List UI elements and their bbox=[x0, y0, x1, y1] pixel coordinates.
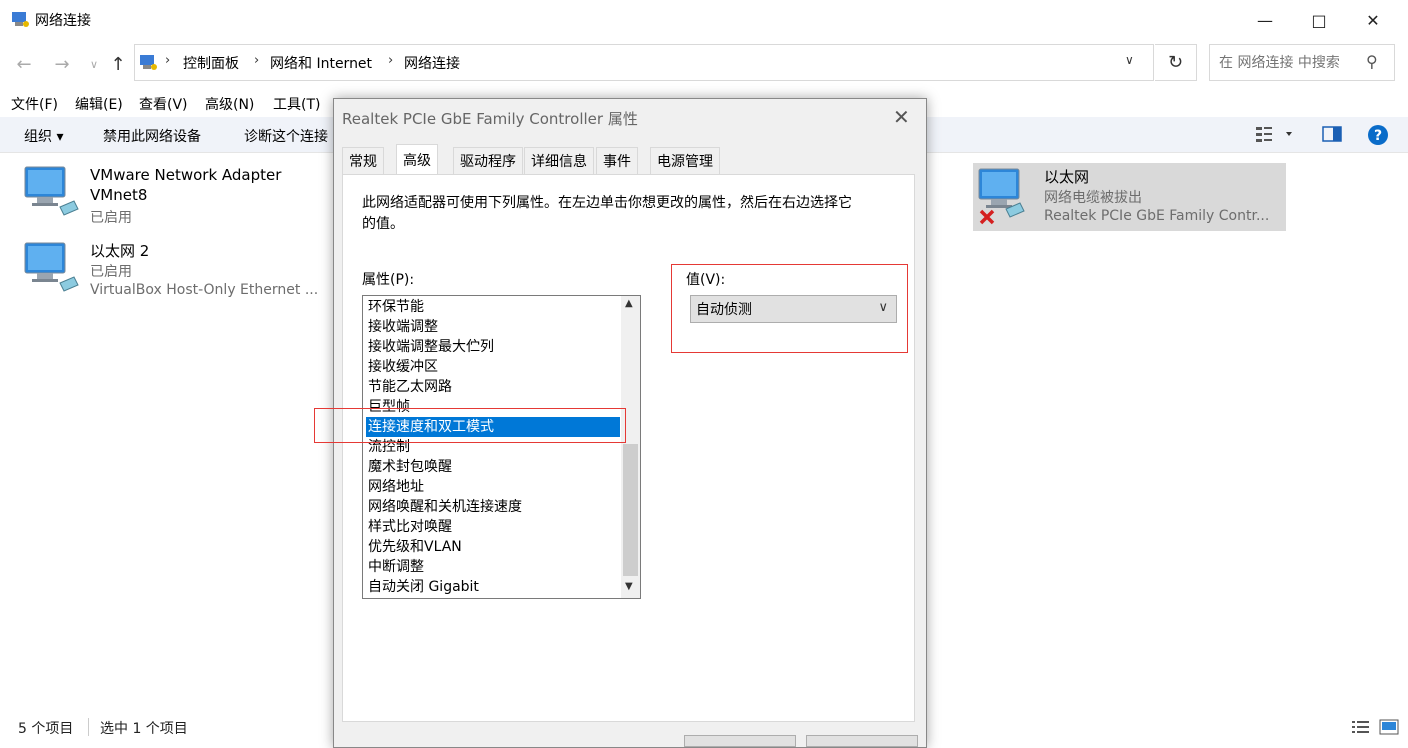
window-title: 网络连接 bbox=[35, 13, 91, 29]
dialog-close-icon[interactable]: ✕ bbox=[893, 105, 910, 129]
svg-text:?: ? bbox=[1374, 128, 1382, 144]
property-item[interactable]: 节能乙太网路 bbox=[366, 377, 620, 397]
property-item[interactable]: 网络唤醒和关机连接速度 bbox=[366, 497, 620, 517]
breadcrumb-chevron-icon: › bbox=[165, 53, 171, 68]
disconnected-x-icon bbox=[979, 209, 995, 225]
connection-device: VirtualBox Host-Only Ethernet ... bbox=[90, 282, 319, 298]
cancel-button[interactable] bbox=[806, 735, 918, 747]
network-adapter-icon bbox=[24, 242, 79, 292]
dialog-description: 此网络适配器可使用下列属性。在左边单击你想更改的属性，然后在右边选择它的值。 bbox=[362, 195, 852, 232]
details-view-icon[interactable] bbox=[1351, 719, 1371, 735]
property-item[interactable]: 环保节能 bbox=[366, 297, 620, 317]
scroll-down-icon[interactable]: ▼ bbox=[625, 581, 633, 592]
status-divider bbox=[88, 718, 89, 736]
property-item[interactable]: 魔术封包唤醒 bbox=[366, 457, 620, 477]
tab-events[interactable]: 事件 bbox=[596, 147, 638, 174]
minimize-button[interactable]: — bbox=[1238, 0, 1292, 40]
refresh-icon[interactable]: ↻ bbox=[1155, 44, 1197, 81]
back-arrow-icon[interactable]: ← bbox=[12, 52, 36, 76]
connection-subtitle: VMnet8 bbox=[90, 186, 148, 204]
connection-status: 网络电缆被拔出 bbox=[1044, 190, 1142, 206]
breadcrumb-chevron-icon: › bbox=[388, 53, 394, 68]
property-listbox[interactable]: 环保节能 接收端调整 接收端调整最大伫列 接收缓冲区 节能乙太网路 巨型帧 连接… bbox=[362, 295, 641, 599]
maximize-button[interactable]: □ bbox=[1292, 0, 1346, 40]
property-item[interactable]: 接收缓冲区 bbox=[366, 357, 620, 377]
connection-title[interactable]: 以太网 bbox=[1044, 166, 1089, 187]
connection-status: 已启用 bbox=[90, 264, 132, 280]
address-dropdown-icon[interactable]: ∨ bbox=[1125, 53, 1134, 67]
title-bar bbox=[0, 0, 1408, 40]
preview-pane-icon[interactable] bbox=[1322, 126, 1342, 142]
menu-tools[interactable]: 工具(T) bbox=[273, 94, 320, 114]
connection-status: 已启用 bbox=[90, 210, 132, 226]
change-view-icon[interactable] bbox=[1255, 125, 1295, 143]
property-item[interactable]: 优先级和VLAN bbox=[366, 537, 620, 557]
scroll-up-icon[interactable]: ▲ bbox=[625, 298, 633, 309]
annotation-box-value bbox=[671, 264, 908, 353]
property-item[interactable]: 中断调整 bbox=[366, 557, 620, 577]
property-item[interactable]: 样式比对唤醒 bbox=[366, 517, 620, 537]
forward-arrow-icon[interactable]: → bbox=[50, 52, 74, 76]
network-adapter-icon bbox=[24, 166, 79, 216]
connection-device: Realtek PCIe GbE Family Contr... bbox=[1044, 208, 1270, 224]
scrollbar-thumb[interactable] bbox=[623, 444, 638, 576]
property-item[interactable]: 网络地址 bbox=[366, 477, 620, 497]
network-folder-icon bbox=[140, 55, 157, 70]
recent-chevron-icon[interactable]: ∨ bbox=[82, 52, 106, 76]
menu-edit[interactable]: 编辑(E) bbox=[75, 94, 123, 114]
menu-advanced[interactable]: 高级(N) bbox=[205, 94, 254, 114]
tab-power-management[interactable]: 电源管理 bbox=[650, 147, 720, 174]
diagnose-button[interactable]: 诊断这个连接 bbox=[244, 126, 334, 146]
breadcrumb-network-connections[interactable]: 网络连接 bbox=[404, 53, 460, 73]
tab-driver[interactable]: 驱动程序 bbox=[453, 147, 523, 174]
breadcrumb-network-internet[interactable]: 网络和 Internet bbox=[270, 53, 372, 73]
status-item-count: 5 个项目 bbox=[18, 721, 74, 737]
tab-general[interactable]: 常规 bbox=[342, 147, 384, 174]
dialog-title: Realtek PCIe GbE Family Controller 属性 bbox=[342, 110, 638, 128]
listbox-scrollbar[interactable]: ▲ ▼ bbox=[621, 296, 640, 598]
ok-button[interactable] bbox=[684, 735, 796, 747]
connection-title[interactable]: VMware Network Adapter bbox=[90, 166, 281, 184]
breadcrumb-control-panel[interactable]: 控制面板 bbox=[183, 53, 239, 73]
menu-view[interactable]: 查看(V) bbox=[139, 94, 188, 114]
property-item[interactable]: 自动关闭 Gigabit bbox=[366, 577, 620, 597]
search-icon[interactable]: ⚲ bbox=[1366, 52, 1378, 71]
close-button[interactable]: ✕ bbox=[1346, 0, 1400, 40]
help-icon[interactable]: ? bbox=[1367, 124, 1389, 146]
tab-advanced[interactable]: 高级 bbox=[396, 144, 438, 175]
up-arrow-icon[interactable]: ↑ bbox=[106, 52, 130, 76]
annotation-box-selected-property bbox=[314, 408, 626, 443]
network-folder-icon bbox=[12, 12, 29, 27]
connection-title[interactable]: 以太网 2 bbox=[90, 240, 149, 261]
large-icons-view-icon[interactable] bbox=[1379, 719, 1399, 735]
status-selected-count: 选中 1 个项目 bbox=[100, 721, 188, 737]
property-label: 属性(P): bbox=[362, 272, 415, 288]
tab-details[interactable]: 详细信息 bbox=[524, 147, 594, 174]
menu-file[interactable]: 文件(F) bbox=[11, 94, 58, 114]
organize-button[interactable]: 组织 ▾ bbox=[24, 126, 63, 146]
property-item[interactable]: 接收端调整 bbox=[366, 317, 620, 337]
property-item[interactable]: 接收端调整最大伫列 bbox=[366, 337, 620, 357]
breadcrumb-chevron-icon: › bbox=[254, 53, 260, 68]
disable-device-button[interactable]: 禁用此网络设备 bbox=[103, 126, 201, 146]
